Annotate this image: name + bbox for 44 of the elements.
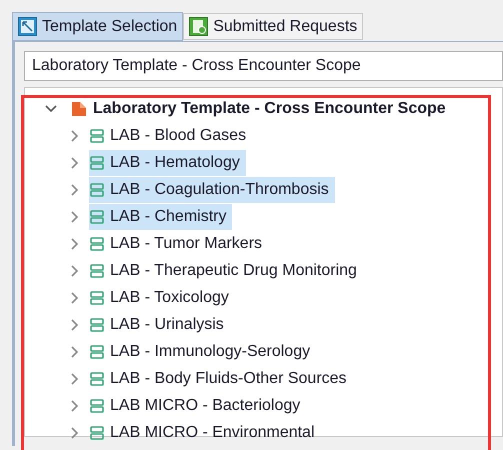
tree-item[interactable]: LAB MICRO - Environmental	[89, 420, 321, 446]
chevron-down-icon[interactable]	[45, 104, 57, 112]
list-icon	[90, 156, 104, 170]
list-icon	[90, 290, 104, 304]
chevron-right-icon[interactable]	[71, 400, 79, 412]
list-icon	[90, 210, 104, 224]
chevron-right-icon[interactable]	[71, 130, 79, 142]
tree-item[interactable]: LAB - Coagulation-Thrombosis	[89, 176, 335, 202]
tree-item[interactable]: LAB - Urinalysis	[89, 312, 230, 338]
list-icon	[90, 426, 104, 440]
template-field[interactable]: Laboratory Template - Cross Encounter Scope	[24, 51, 503, 81]
tree-item[interactable]: LAB - Immunology-Serology	[89, 338, 316, 364]
folder-icon	[71, 100, 87, 116]
document-check-icon	[189, 17, 208, 36]
chevron-right-icon[interactable]	[71, 264, 79, 276]
chevron-right-icon[interactable]	[71, 210, 79, 222]
tree-item[interactable]: LAB - Tumor Markers	[89, 230, 268, 256]
list-icon	[90, 264, 104, 278]
template-icon	[18, 17, 37, 36]
chevron-right-icon[interactable]	[71, 184, 79, 196]
chevron-right-icon[interactable]	[71, 292, 79, 304]
list-icon	[90, 128, 104, 142]
chevron-right-icon[interactable]	[71, 318, 79, 330]
tree-item[interactable]: LAB - Therapeutic Drug Monitoring	[89, 258, 363, 284]
list-icon	[90, 398, 104, 412]
chevron-right-icon[interactable]	[71, 426, 79, 438]
tree-item[interactable]: LAB - Body Fluids-Other Sources	[89, 366, 353, 392]
list-icon	[90, 182, 104, 196]
list-icon	[90, 344, 104, 358]
chevron-right-icon[interactable]	[71, 238, 79, 250]
list-icon	[90, 236, 104, 250]
list-icon	[90, 318, 104, 332]
chevron-right-icon[interactable]	[71, 346, 79, 358]
tab[interactable]: Submitted Requests	[183, 13, 364, 40]
chevron-right-icon[interactable]	[71, 156, 79, 168]
tab[interactable]: Template Selection	[12, 12, 184, 41]
tree-item[interactable]: LAB - Chemistry	[89, 204, 232, 230]
tree-root-label[interactable]: Laboratory Template - Cross Encounter Scope	[93, 96, 446, 120]
list-icon	[90, 372, 104, 386]
chevron-right-icon[interactable]	[71, 372, 79, 384]
tree-item[interactable]: LAB - Toxicology	[89, 284, 235, 310]
tree-item[interactable]: LAB MICRO - Bacteriology	[89, 392, 306, 418]
tree-item[interactable]: LAB - Hematology	[89, 150, 246, 176]
tree-item[interactable]: LAB - Blood Gases	[89, 122, 252, 148]
